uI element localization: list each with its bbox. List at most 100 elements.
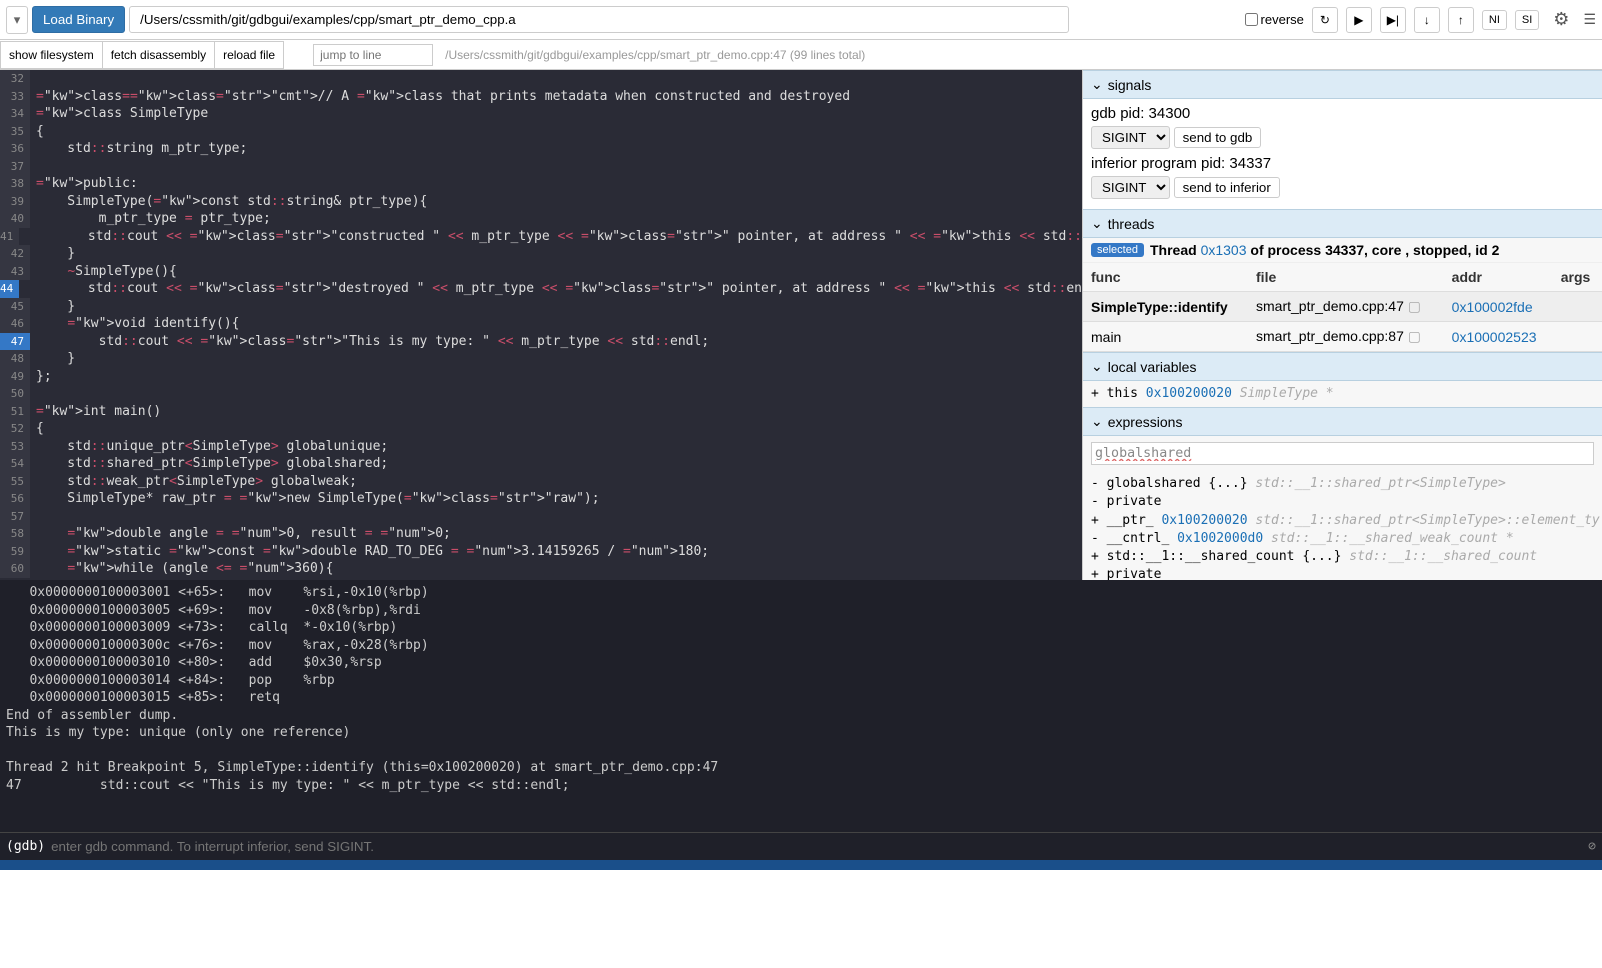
- code-line[interactable]: 48 }: [0, 350, 1082, 368]
- code-line[interactable]: 36 std::string m_ptr_type;: [0, 140, 1082, 158]
- gutter[interactable]: 49: [0, 368, 30, 386]
- code-line[interactable]: 47 std::cout << ="kw">class="str">"This …: [0, 333, 1082, 351]
- right-panel: ⌄signals gdb pid: 34300 SIGINT send to g…: [1082, 70, 1602, 580]
- step-out-icon[interactable]: ↑: [1448, 7, 1474, 33]
- gutter[interactable]: 35: [0, 123, 30, 141]
- gutter[interactable]: 53: [0, 438, 30, 456]
- si-button[interactable]: SI: [1515, 10, 1539, 30]
- thread-addr-link[interactable]: 0x1303: [1201, 242, 1247, 258]
- inferior-pid-label: inferior program pid: 34337: [1091, 155, 1594, 172]
- gutter[interactable]: 58: [0, 525, 30, 543]
- code-line[interactable]: 35{: [0, 123, 1082, 141]
- code-line[interactable]: 39 SimpleType(="kw">const std::string& p…: [0, 193, 1082, 211]
- chevron-down-icon: ⌄: [1091, 215, 1103, 232]
- clear-console-icon[interactable]: ⊘: [1588, 839, 1596, 854]
- code-line[interactable]: 43 ~SimpleType(){: [0, 263, 1082, 281]
- thread-row[interactable]: selected Thread 0x1303 of process 34337,…: [1083, 238, 1602, 263]
- chevron-down-icon: ⌄: [1091, 358, 1103, 375]
- code-line[interactable]: 37: [0, 158, 1082, 176]
- ni-button[interactable]: NI: [1482, 10, 1507, 30]
- code-line[interactable]: 55 std::weak_ptr<SimpleType> globalweak;: [0, 473, 1082, 491]
- restart-icon[interactable]: ↻: [1312, 7, 1338, 33]
- code-line[interactable]: 42 }: [0, 245, 1082, 263]
- stack-row[interactable]: mainsmart_ptr_demo.cpp:87 ▢0x100002523: [1083, 322, 1602, 352]
- send-to-inferior-button[interactable]: send to inferior: [1174, 177, 1280, 198]
- gutter[interactable]: 37: [0, 158, 30, 176]
- code-line[interactable]: 59 ="kw">static ="kw">const ="kw">double…: [0, 543, 1082, 561]
- inferior-signal-select[interactable]: SIGINT: [1091, 176, 1170, 199]
- gutter[interactable]: 55: [0, 473, 30, 491]
- gutter[interactable]: 41: [0, 228, 19, 246]
- load-binary-button[interactable]: Load Binary: [32, 6, 125, 33]
- threads-header[interactable]: ⌄threads: [1083, 209, 1602, 238]
- code-panel[interactable]: 3233="kw">class=="kw">class="str">"cmt">…: [0, 70, 1082, 580]
- gutter[interactable]: 57: [0, 508, 30, 526]
- load-menu-caret[interactable]: ▾: [6, 6, 28, 34]
- expressions-header[interactable]: ⌄expressions: [1083, 407, 1602, 436]
- continue-icon[interactable]: ▶: [1346, 7, 1372, 33]
- gutter[interactable]: 32: [0, 70, 30, 88]
- gutter[interactable]: 50: [0, 385, 30, 403]
- jump-to-line-input[interactable]: [313, 44, 433, 66]
- gutter[interactable]: 39: [0, 193, 30, 211]
- code-line[interactable]: 53 std::unique_ptr<SimpleType> globaluni…: [0, 438, 1082, 456]
- show-filesystem-button[interactable]: show filesystem: [0, 41, 103, 69]
- gutter[interactable]: 36: [0, 140, 30, 158]
- gutter[interactable]: 43: [0, 263, 30, 281]
- gdb-command-input[interactable]: [51, 839, 1588, 854]
- code-line[interactable]: 46 ="kw">void identify(){: [0, 315, 1082, 333]
- menu-icon[interactable]: ☰: [1583, 11, 1596, 28]
- reverse-checkbox[interactable]: reverse: [1245, 12, 1304, 27]
- code-line[interactable]: 40 m_ptr_type = ptr_type;: [0, 210, 1082, 228]
- code-line[interactable]: 60 ="kw">while (angle <= ="num">360){: [0, 560, 1082, 578]
- code-line[interactable]: 56 SimpleType* raw_ptr = ="kw">new Simpl…: [0, 490, 1082, 508]
- stack-table: func file addr args SimpleType::identify…: [1083, 263, 1602, 352]
- gutter[interactable]: 34: [0, 105, 30, 123]
- code-line[interactable]: 32: [0, 70, 1082, 88]
- stack-row[interactable]: SimpleType::identifysmart_ptr_demo.cpp:4…: [1083, 292, 1602, 322]
- selected-badge: selected: [1091, 243, 1144, 257]
- code-line[interactable]: 49};: [0, 368, 1082, 386]
- locals-header[interactable]: ⌄local variables: [1083, 352, 1602, 381]
- gutter[interactable]: 47: [0, 333, 30, 351]
- code-line[interactable]: 58 ="kw">double angle = ="num">0, result…: [0, 525, 1082, 543]
- signals-header[interactable]: ⌄signals: [1083, 70, 1602, 99]
- gutter[interactable]: 56: [0, 490, 30, 508]
- gdb-signal-select[interactable]: SIGINT: [1091, 126, 1170, 149]
- gutter[interactable]: 60: [0, 560, 30, 578]
- code-line[interactable]: 50: [0, 385, 1082, 403]
- gutter[interactable]: 54: [0, 455, 30, 473]
- gutter[interactable]: 46: [0, 315, 30, 333]
- code-line[interactable]: 38="kw">public:: [0, 175, 1082, 193]
- gutter[interactable]: 48: [0, 350, 30, 368]
- expression-input[interactable]: [1091, 442, 1594, 465]
- code-line[interactable]: 45 }: [0, 298, 1082, 316]
- code-line[interactable]: 44 std::cout << ="kw">class="str">"destr…: [0, 280, 1082, 298]
- gutter[interactable]: 33: [0, 88, 30, 106]
- code-line[interactable]: 57: [0, 508, 1082, 526]
- code-line[interactable]: 52{: [0, 420, 1082, 438]
- pause-icon[interactable]: ▶|: [1380, 7, 1406, 33]
- code-line[interactable]: 54 std::shared_ptr<SimpleType> globalsha…: [0, 455, 1082, 473]
- gutter[interactable]: 40: [0, 210, 30, 228]
- send-to-gdb-button[interactable]: send to gdb: [1174, 127, 1262, 148]
- expression-tree[interactable]: - globalshared {...} std::__1::shared_pt…: [1083, 471, 1602, 580]
- gutter[interactable]: 59: [0, 543, 30, 561]
- fetch-disassembly-button[interactable]: fetch disassembly: [102, 41, 215, 69]
- gutter[interactable]: 45: [0, 298, 30, 316]
- gutter[interactable]: 38: [0, 175, 30, 193]
- gutter[interactable]: 44: [0, 280, 19, 298]
- source-subbar: show filesystem fetch disassembly reload…: [0, 40, 1602, 70]
- gdb-console[interactable]: 0x0000000100003001 <+65>: mov %rsi,-0x10…: [0, 580, 1602, 832]
- code-line[interactable]: 41 std::cout << ="kw">class="str">"const…: [0, 228, 1082, 246]
- code-line[interactable]: 34="kw">class SimpleType: [0, 105, 1082, 123]
- settings-gear-icon[interactable]: ⚙: [1553, 9, 1569, 30]
- gutter[interactable]: 51: [0, 403, 30, 421]
- binary-path-input[interactable]: [129, 6, 1069, 33]
- gutter[interactable]: 42: [0, 245, 30, 263]
- reload-file-button[interactable]: reload file: [214, 41, 284, 69]
- gutter[interactable]: 52: [0, 420, 30, 438]
- step-over-icon[interactable]: ↓: [1414, 7, 1440, 33]
- code-line[interactable]: 33="kw">class=="kw">class="str">"cmt">//…: [0, 88, 1082, 106]
- code-line[interactable]: 51="kw">int main(): [0, 403, 1082, 421]
